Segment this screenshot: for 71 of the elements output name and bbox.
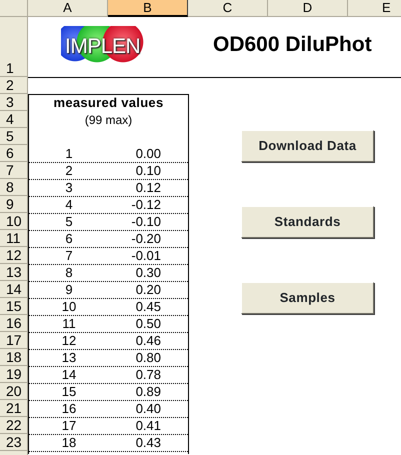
table-cell-text: 0.12 bbox=[134, 180, 162, 196]
row-header[interactable]: 7 bbox=[0, 162, 27, 179]
table-cell-text: 16 bbox=[60, 401, 78, 417]
table-cell-text: 0.50 bbox=[134, 316, 162, 332]
table-cell-text: 4 bbox=[64, 197, 74, 213]
table-cell-text: 12 bbox=[60, 333, 78, 349]
column-header[interactable]: D bbox=[268, 0, 348, 17]
row-header[interactable]: 2 bbox=[0, 77, 27, 94]
table-cell-text: 5 bbox=[64, 214, 74, 230]
table-cell-text: 0.45 bbox=[134, 299, 162, 315]
table-cell-text: -0.10 bbox=[130, 214, 162, 230]
row-header[interactable]: 22 bbox=[0, 417, 27, 434]
row-header[interactable]: 21 bbox=[0, 400, 27, 417]
table-note: (99 max) bbox=[84, 112, 134, 129]
row-header[interactable]: 5 bbox=[0, 128, 27, 145]
sheet-button[interactable]: Standards bbox=[241, 206, 374, 238]
table-cell-text: 0.20 bbox=[134, 282, 162, 298]
row-header[interactable]: 11 bbox=[0, 230, 27, 247]
column-header[interactable]: B bbox=[108, 0, 188, 17]
table-cell-text: 0.00 bbox=[134, 146, 162, 162]
table-cell-text: 1 bbox=[64, 146, 74, 162]
sheet-button[interactable]: Samples bbox=[241, 282, 374, 314]
table-cell-text: 11 bbox=[61, 316, 77, 332]
table-cell-text: 10 bbox=[60, 299, 78, 315]
row-header[interactable]: 13 bbox=[0, 264, 27, 281]
table-cell-text: 8 bbox=[64, 265, 74, 281]
row-header[interactable]: 23 bbox=[0, 434, 27, 451]
sheet-button[interactable]: Download Data bbox=[241, 130, 374, 162]
row-header[interactable]: 12 bbox=[0, 247, 27, 264]
table-cell-text: -0.01 bbox=[130, 248, 162, 264]
sheet-title: OD600 DiluPhot bbox=[213, 32, 372, 58]
row-header[interactable]: 16 bbox=[0, 315, 27, 332]
row-header[interactable]: 18 bbox=[0, 349, 27, 366]
column-header[interactable]: C bbox=[188, 0, 268, 17]
row-header[interactable]: 4 bbox=[0, 111, 27, 128]
column-header[interactable]: A bbox=[28, 0, 108, 17]
row-header[interactable]: 1 bbox=[0, 17, 27, 77]
row-header[interactable]: 8 bbox=[0, 179, 27, 196]
table-cell-text: 13 bbox=[60, 350, 78, 366]
table-cell-text: 0.10 bbox=[134, 163, 162, 179]
row-header[interactable]: 19 bbox=[0, 366, 27, 383]
table-cell-text: 17 bbox=[60, 418, 78, 434]
row-header[interactable]: 10 bbox=[0, 213, 27, 230]
row-header[interactable]: 20 bbox=[0, 383, 27, 400]
table-cell-text: 0.41 bbox=[134, 418, 162, 434]
table-heading: measured values bbox=[52, 95, 164, 112]
corner-cell[interactable] bbox=[0, 0, 28, 17]
table-cell-text: -0.12 bbox=[130, 197, 162, 213]
row-header[interactable]: 9 bbox=[0, 196, 27, 213]
table-cell-text: 0.30 bbox=[134, 265, 162, 281]
table-cell-text: 7 bbox=[64, 248, 74, 264]
table-cell-text: 3 bbox=[64, 180, 74, 196]
table-cell-text: 9 bbox=[64, 282, 74, 298]
table-cell-text: 0.40 bbox=[134, 401, 162, 417]
table-cell-text: 0.78 bbox=[134, 367, 162, 383]
column-header[interactable]: E bbox=[348, 0, 401, 17]
row-header[interactable]: 14 bbox=[0, 281, 27, 298]
table-cell-text: 0.89 bbox=[134, 384, 162, 400]
table-cell-text: 14 bbox=[60, 367, 78, 383]
table-cell-text: 18 bbox=[60, 435, 78, 451]
table-cell-text: 0.80 bbox=[134, 350, 162, 366]
table-cell-text: 0.43 bbox=[134, 435, 162, 451]
row-header[interactable]: 15 bbox=[0, 298, 27, 315]
table-cell-text: 15 bbox=[60, 384, 78, 400]
table-cell-text: 2 bbox=[64, 163, 74, 179]
table-cell-text: -0.20 bbox=[130, 231, 162, 247]
row-header[interactable]: 17 bbox=[0, 332, 27, 349]
table-cell-text: 6 bbox=[64, 231, 74, 247]
row-header[interactable]: 6 bbox=[0, 145, 27, 162]
row-header[interactable]: 3 bbox=[0, 94, 27, 111]
table-cell-text: 0.46 bbox=[134, 333, 162, 349]
